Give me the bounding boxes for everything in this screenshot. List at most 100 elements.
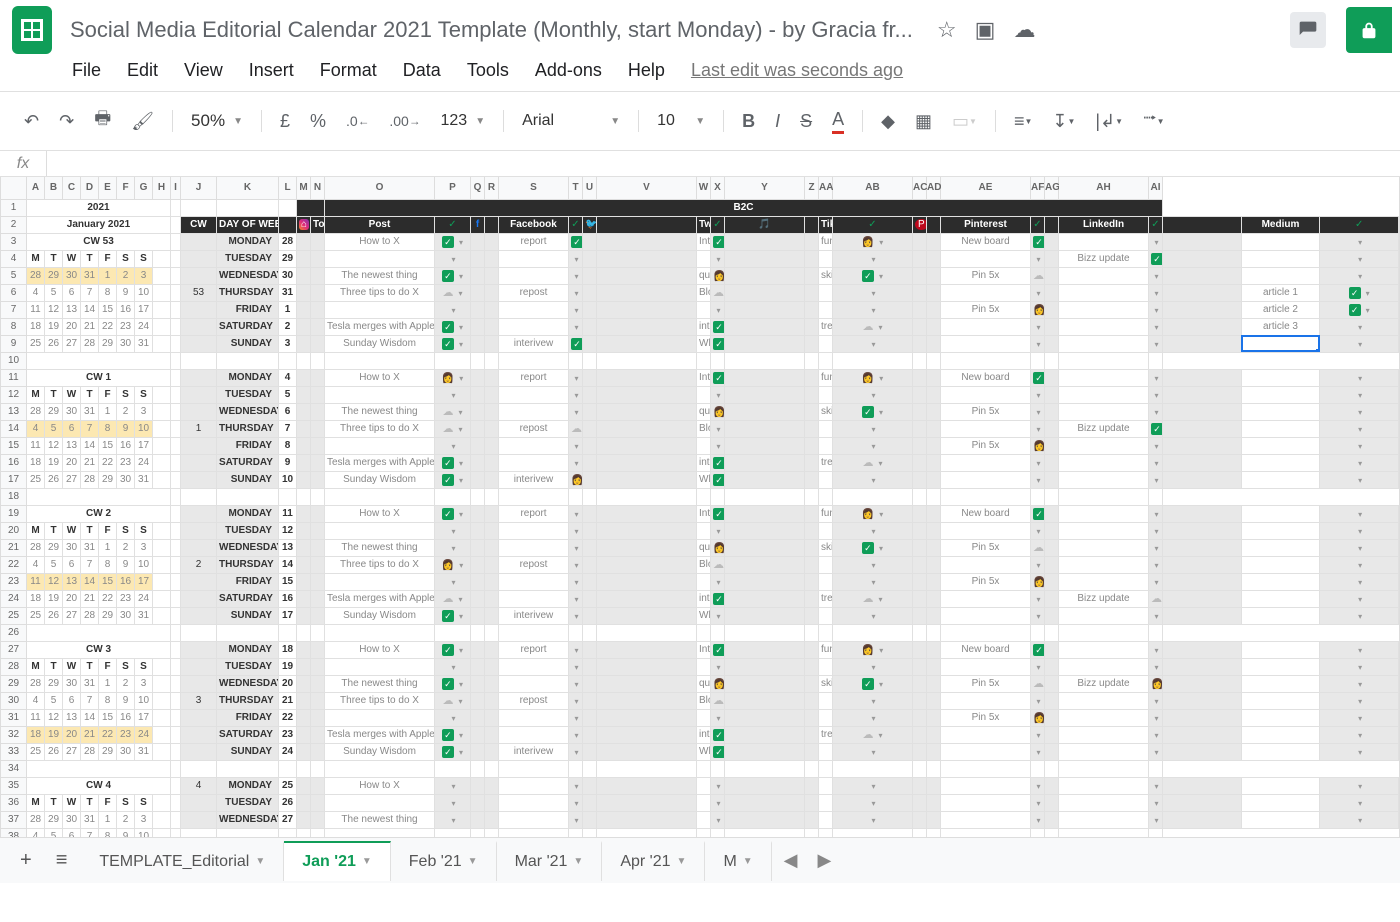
hdr-linkedin[interactable]: LinkedIn	[1059, 216, 1149, 233]
twitter-status[interactable]: ▾	[711, 522, 725, 539]
row-header[interactable]: 26	[1, 624, 27, 641]
cell[interactable]: 14	[81, 437, 99, 454]
twitter-status[interactable]: ▾	[711, 811, 725, 828]
post-status[interactable]: ▾	[435, 301, 471, 318]
cell[interactable]: 8	[99, 420, 117, 437]
cell[interactable]	[1031, 760, 1045, 777]
add-sheet-button[interactable]: +	[10, 849, 42, 872]
pinterest-status[interactable]: ▾	[1031, 386, 1045, 403]
cell[interactable]: 14	[81, 573, 99, 590]
cell[interactable]	[297, 471, 311, 488]
cell[interactable]	[805, 352, 819, 369]
twitter-cell[interactable]	[697, 777, 711, 794]
sheet-tab[interactable]: Jan '21▼	[284, 841, 391, 881]
tiktok-cell[interactable]: funny vid	[819, 369, 833, 386]
medium-cell[interactable]	[1241, 233, 1320, 250]
row-header[interactable]: 23	[1, 573, 27, 590]
day-of-week[interactable]: FRIDAY	[217, 437, 279, 454]
cell[interactable]: 15	[99, 301, 117, 318]
pinterest-status[interactable]: ☁ ▾	[1031, 675, 1045, 692]
post-status[interactable]: 👩 ▾	[435, 556, 471, 573]
medium-status[interactable]: ▾	[1320, 692, 1399, 709]
twitter-status[interactable]: ☁ ▾	[711, 692, 725, 709]
cell[interactable]	[597, 471, 697, 488]
cell[interactable]	[913, 471, 927, 488]
all-sheets-button[interactable]: ≡	[46, 849, 78, 872]
cell[interactable]: 27	[63, 471, 81, 488]
linkedin-cell[interactable]	[1059, 369, 1149, 386]
cell[interactable]	[471, 335, 485, 352]
cell[interactable]: 30	[63, 675, 81, 692]
cell[interactable]	[435, 352, 471, 369]
pinterest-status[interactable]: ☁ ▾	[1031, 539, 1045, 556]
cell[interactable]	[913, 556, 927, 573]
date-cell[interactable]: 6	[279, 403, 297, 420]
tiktok-cell[interactable]	[819, 250, 833, 267]
cell[interactable]: M	[27, 250, 45, 267]
cell[interactable]	[1149, 624, 1163, 641]
linkedin-cell[interactable]	[1059, 573, 1149, 590]
twitter-cell[interactable]: Interesting tweet	[697, 233, 711, 250]
cell[interactable]	[597, 777, 697, 794]
medium-status[interactable]: ▾	[1320, 233, 1399, 250]
cell[interactable]: 16	[117, 301, 135, 318]
cell[interactable]	[1045, 573, 1059, 590]
date-cell[interactable]: 30	[279, 267, 297, 284]
cell[interactable]	[217, 488, 279, 505]
text-rotation-button[interactable]: ⭬▼	[1137, 102, 1171, 140]
cell[interactable]	[597, 760, 697, 777]
cell[interactable]	[181, 352, 217, 369]
cell[interactable]	[471, 369, 485, 386]
post-cell[interactable]	[325, 301, 435, 318]
cell[interactable]	[171, 726, 181, 743]
cell[interactable]: 19	[45, 726, 63, 743]
cell[interactable]: 12	[45, 437, 63, 454]
facebook-cell[interactable]	[499, 539, 569, 556]
cell[interactable]	[1045, 726, 1059, 743]
cell[interactable]	[297, 505, 311, 522]
cell[interactable]	[1163, 811, 1242, 828]
row-header[interactable]: 17	[1, 471, 27, 488]
cell[interactable]: 17	[135, 709, 153, 726]
pinterest-cell[interactable]	[941, 284, 1031, 301]
post-status[interactable]: ▾	[435, 539, 471, 556]
post-status[interactable]: ✓ ▾	[435, 335, 471, 352]
day-of-week[interactable]: MONDAY	[217, 777, 279, 794]
cell[interactable]	[171, 233, 181, 250]
cell[interactable]	[1045, 760, 1059, 777]
facebook-cell[interactable]: interivew	[499, 743, 569, 760]
facebook-cell[interactable]	[499, 590, 569, 607]
cell[interactable]	[1059, 760, 1149, 777]
cell[interactable]	[153, 675, 171, 692]
cell[interactable]	[597, 301, 697, 318]
day-of-week[interactable]: THURSDAY	[217, 284, 279, 301]
tiktok-cell[interactable]	[819, 709, 833, 726]
row-header[interactable]: 8	[1, 318, 27, 335]
cell[interactable]	[805, 216, 819, 233]
cell[interactable]	[927, 641, 941, 658]
cell[interactable]	[805, 709, 819, 726]
twitter-cell[interactable]	[697, 794, 711, 811]
cell[interactable]: 12	[45, 709, 63, 726]
cell[interactable]	[725, 420, 805, 437]
row-header[interactable]: 9	[1, 335, 27, 352]
cw-cell[interactable]	[181, 233, 217, 250]
row-header[interactable]: 27	[1, 641, 27, 658]
tiktok-cell[interactable]: trend	[819, 454, 833, 471]
day-of-week[interactable]: WEDNESDAY	[217, 267, 279, 284]
cell[interactable]	[311, 777, 325, 794]
twitter-cell[interactable]: interview	[697, 590, 711, 607]
post-status[interactable]: ☁ ▾	[435, 284, 471, 301]
pinterest-status[interactable]: ▾	[1031, 471, 1045, 488]
facebook-cell[interactable]	[499, 726, 569, 743]
cell[interactable]	[1163, 794, 1242, 811]
cell[interactable]	[805, 556, 819, 573]
cell[interactable]: 13	[63, 437, 81, 454]
column-header[interactable]: N	[311, 177, 325, 199]
cell[interactable]	[819, 624, 833, 641]
date-cell[interactable]: 2	[279, 318, 297, 335]
cell[interactable]: 11	[27, 301, 45, 318]
twitter-cell[interactable]	[697, 301, 711, 318]
cell[interactable]	[1163, 471, 1242, 488]
pinterest-cell[interactable]	[941, 522, 1031, 539]
